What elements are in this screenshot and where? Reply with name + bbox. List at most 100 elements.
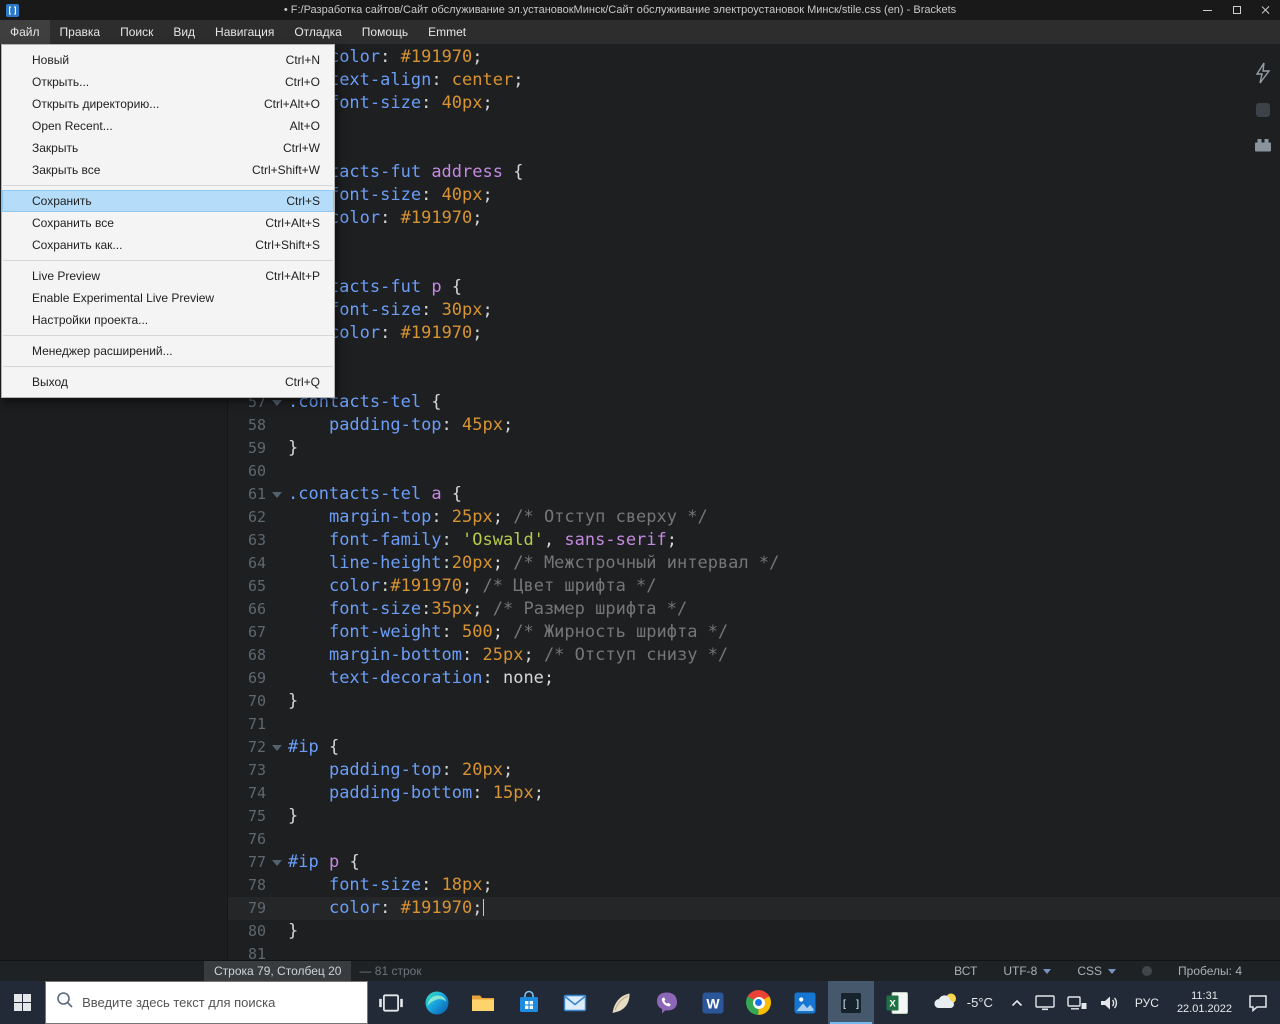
- code-line-51[interactable]: 51: [228, 253, 1280, 276]
- code-line-59[interactable]: 59}: [228, 437, 1280, 460]
- menubar-item-debug[interactable]: Отладка: [284, 20, 351, 44]
- lint-status-icon[interactable]: [1142, 966, 1153, 976]
- code-line-54[interactable]: 54 color: #191970;: [228, 322, 1280, 345]
- action-center-icon[interactable]: [1240, 994, 1280, 1012]
- taskbar-explorer-icon[interactable]: [460, 981, 506, 1024]
- code-line-44[interactable]: 44 font-size: 40px;: [228, 92, 1280, 115]
- tray-display-icon[interactable]: [1029, 994, 1061, 1011]
- code-line-76[interactable]: 76: [228, 828, 1280, 851]
- code-line-67[interactable]: 67 font-weight: 500; /* Жирность шрифта …: [228, 621, 1280, 644]
- brackets-app-icon[interactable]: [6, 3, 19, 17]
- code-line-63[interactable]: 63 font-family: 'Oswald', sans-serif;: [228, 529, 1280, 552]
- code-line-80[interactable]: 80}: [228, 920, 1280, 943]
- input-language-indicator[interactable]: РУС: [1125, 996, 1169, 1010]
- code-line-57[interactable]: 57 .contacts-tel {: [228, 391, 1280, 414]
- code-line-77[interactable]: 77 #ip p {: [228, 851, 1280, 874]
- code-line-78[interactable]: 78 font-size: 18px;: [228, 874, 1280, 897]
- file-menu-item-new[interactable]: Новый Ctrl+N: [2, 49, 334, 71]
- code-line-50[interactable]: 50}: [228, 230, 1280, 253]
- file-menu-item-quit[interactable]: Выход Ctrl+Q: [2, 371, 334, 393]
- code-line-56[interactable]: 56: [228, 368, 1280, 391]
- code-line-47[interactable]: 47.contacts-fut address {: [228, 161, 1280, 184]
- taskbar-search[interactable]: [45, 981, 368, 1024]
- menubar-item-find[interactable]: Поиск: [110, 20, 163, 44]
- code-line-75[interactable]: 75}: [228, 805, 1280, 828]
- taskbar-store-icon[interactable]: [506, 981, 552, 1024]
- insert-mode-indicator[interactable]: ВСТ: [954, 964, 977, 978]
- code-line-52[interactable]: 52.contacts-fut p {: [228, 276, 1280, 299]
- code-line-62[interactable]: 62 margin-top: 25px; /* Отступ сверху */: [228, 506, 1280, 529]
- code-line-66[interactable]: 66 font-size:35px; /* Размер шрифта */: [228, 598, 1280, 621]
- taskbar-viber-icon[interactable]: [644, 981, 690, 1024]
- code-line-79[interactable]: 79 color: #191970;: [228, 897, 1280, 920]
- code-line-49[interactable]: 49 color: #191970;: [228, 207, 1280, 230]
- code-line-60[interactable]: 60: [228, 460, 1280, 483]
- code-line-70[interactable]: 70}: [228, 690, 1280, 713]
- file-menu-item-open-folder[interactable]: Открыть директорию... Ctrl+Alt+O: [2, 93, 334, 115]
- fold-arrow-icon[interactable]: [266, 483, 288, 506]
- taskbar-edge-icon[interactable]: [414, 981, 460, 1024]
- taskbar-task-view-icon[interactable]: [368, 981, 414, 1024]
- code-line-58[interactable]: 58 padding-top: 45px;: [228, 414, 1280, 437]
- code-line-72[interactable]: 72 #ip {: [228, 736, 1280, 759]
- menubar-item-file[interactable]: Файл: [0, 20, 50, 44]
- code-line-61[interactable]: 61 .contacts-tel a {: [228, 483, 1280, 506]
- weather-widget[interactable]: -5°C: [920, 991, 1005, 1014]
- file-menu-item-experimental-live-preview[interactable]: Enable Experimental Live Preview: [2, 287, 334, 309]
- extension-manager-icon[interactable]: [1253, 136, 1273, 158]
- taskbar-feather-app-icon[interactable]: [598, 981, 644, 1024]
- editor[interactable]: 42 color: #191970;43 text-align: center;…: [228, 44, 1280, 960]
- tray-network-icon[interactable]: [1061, 995, 1093, 1011]
- code-line-73[interactable]: 73 padding-top: 20px;: [228, 759, 1280, 782]
- file-menu-item-save[interactable]: Сохранить Ctrl+S: [2, 190, 334, 212]
- code-line-45[interactable]: 45}: [228, 115, 1280, 138]
- search-input[interactable]: [82, 995, 357, 1010]
- file-menu-item-save-all[interactable]: Сохранить все Ctrl+Alt+S: [2, 212, 334, 234]
- live-preview-icon[interactable]: [1255, 62, 1271, 89]
- taskbar-photos-icon[interactable]: [782, 981, 828, 1024]
- file-menu-item-extension-manager[interactable]: Менеджер расширений...: [2, 340, 334, 362]
- file-menu-item-open[interactable]: Открыть... Ctrl+O: [2, 71, 334, 93]
- fold-arrow-icon[interactable]: [266, 851, 288, 874]
- file-menu-item-save-as[interactable]: Сохранить как... Ctrl+Shift+S: [2, 234, 334, 256]
- taskbar-mail-icon[interactable]: [552, 981, 598, 1024]
- code-line-43[interactable]: 43 text-align: center;: [228, 69, 1280, 92]
- file-menu-item-project-settings[interactable]: Настройки проекта...: [2, 309, 334, 331]
- close-button[interactable]: [1251, 0, 1280, 20]
- code-line-65[interactable]: 65 color:#191970; /* Цвет шрифта */: [228, 575, 1280, 598]
- maximize-button[interactable]: [1222, 0, 1251, 20]
- minimize-button[interactable]: [1193, 0, 1222, 20]
- code-line-46[interactable]: 46: [228, 138, 1280, 161]
- code-line-64[interactable]: 64 line-height:20px; /* Межстрочный инте…: [228, 552, 1280, 575]
- code-line-68[interactable]: 68 margin-bottom: 25px; /* Отступ снизу …: [228, 644, 1280, 667]
- theme-square-icon[interactable]: [1254, 101, 1272, 124]
- code-line-55[interactable]: 55}: [228, 345, 1280, 368]
- taskbar-chrome-icon[interactable]: [736, 981, 782, 1024]
- code-line-69[interactable]: 69 text-decoration: none;: [228, 667, 1280, 690]
- code-line-81[interactable]: 81: [228, 943, 1280, 960]
- tray-chevron-up-icon[interactable]: [1005, 999, 1029, 1007]
- menubar-item-edit[interactable]: Правка: [50, 20, 111, 44]
- taskbar-word-icon[interactable]: W: [690, 981, 736, 1024]
- code-line-71[interactable]: 71: [228, 713, 1280, 736]
- clock[interactable]: 11:31 22.01.2022: [1169, 990, 1240, 1016]
- encoding-select[interactable]: UTF-8: [1003, 964, 1052, 978]
- menubar-item-emmet[interactable]: Emmet: [418, 20, 476, 44]
- code-line-74[interactable]: 74 padding-bottom: 15px;: [228, 782, 1280, 805]
- fold-arrow-icon[interactable]: [266, 736, 288, 759]
- file-menu-item-live-preview[interactable]: Live Preview Ctrl+Alt+P: [2, 265, 334, 287]
- file-menu-item-close-all[interactable]: Закрыть все Ctrl+Shift+W: [2, 159, 334, 181]
- file-menu-item-open-recent[interactable]: Open Recent... Alt+O: [2, 115, 334, 137]
- file-menu-item-close[interactable]: Закрыть Ctrl+W: [2, 137, 334, 159]
- tray-volume-icon[interactable]: [1093, 995, 1125, 1011]
- code-line-42[interactable]: 42 color: #191970;: [228, 46, 1280, 69]
- menubar-item-view[interactable]: Вид: [163, 20, 205, 44]
- start-button[interactable]: [0, 981, 45, 1024]
- code-line-48[interactable]: 48 font-size: 40px;: [228, 184, 1280, 207]
- language-mode-select[interactable]: CSS: [1077, 964, 1117, 978]
- menubar-item-navigate[interactable]: Навигация: [205, 20, 284, 44]
- menubar-item-help[interactable]: Помощь: [352, 20, 418, 44]
- taskbar-brackets-icon[interactable]: [ ]: [827, 981, 874, 1024]
- taskbar-excel-icon[interactable]: X: [874, 981, 920, 1024]
- indent-setting[interactable]: Пробелы: 4: [1178, 964, 1242, 978]
